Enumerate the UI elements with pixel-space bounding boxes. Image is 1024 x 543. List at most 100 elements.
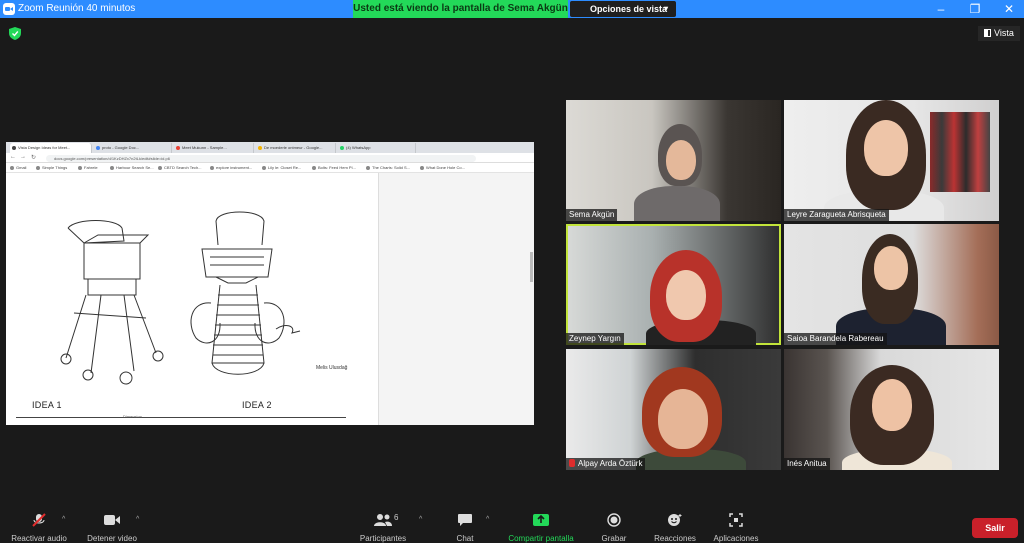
bookmark-item: Gmail bbox=[10, 165, 26, 170]
participant-video bbox=[872, 379, 912, 431]
favicon-icon bbox=[96, 146, 100, 150]
reactions-button[interactable]: Reacciones bbox=[650, 506, 700, 543]
view-options-button[interactable]: Opciones de vista ▾ bbox=[570, 1, 676, 17]
participant-name: Sema Akgün bbox=[566, 209, 618, 221]
unmute-audio-label: Reactivar audio bbox=[11, 534, 67, 543]
participant-name: Inés Anitua bbox=[784, 458, 830, 470]
audio-options-caret[interactable]: ^ bbox=[62, 516, 65, 523]
browser-address-bar: ← → ↻ docs.google.com/presentation/d/1Kz… bbox=[6, 153, 534, 163]
document-side-area bbox=[378, 173, 534, 425]
unmute-audio-button[interactable]: Reactivar audio bbox=[8, 506, 70, 543]
browser-tab: (4) WhatsApp bbox=[338, 143, 416, 153]
maximize-button[interactable]: ❐ bbox=[960, 0, 990, 18]
apps-button[interactable]: Aplicaciones bbox=[708, 506, 764, 543]
view-options-label: Opciones de vista bbox=[590, 4, 668, 14]
reload-icon: ↻ bbox=[31, 155, 37, 161]
bookmark-item: CBTD Search Tech... bbox=[158, 165, 202, 170]
bookmark-item: Fahrele bbox=[78, 165, 98, 170]
idea-1-label: IDEA 1 bbox=[32, 400, 62, 410]
zoom-logo-icon bbox=[3, 3, 15, 15]
chat-button[interactable]: Chat bbox=[444, 506, 486, 543]
video-tile[interactable]: Sema Akgün bbox=[566, 100, 781, 221]
security-shield-icon[interactable] bbox=[9, 27, 21, 40]
idea-2-label: IDEA 2 bbox=[242, 400, 272, 410]
favicon-icon bbox=[258, 146, 262, 150]
share-screen-label: Compartir pantalla bbox=[508, 534, 574, 543]
minimize-button[interactable]: – bbox=[926, 0, 956, 18]
video-tile[interactable]: Saioa Barandela Rabereau bbox=[784, 224, 999, 345]
participant-video bbox=[874, 246, 908, 290]
video-tile-active-speaker[interactable]: Zeynep Yargın bbox=[566, 224, 781, 345]
participants-button[interactable]: Participantes bbox=[355, 506, 411, 543]
record-icon bbox=[607, 513, 621, 527]
favicon-icon bbox=[340, 146, 344, 150]
chevron-down-icon: ▾ bbox=[663, 4, 668, 13]
record-label: Grabar bbox=[601, 534, 627, 543]
apps-label: Aplicaciones bbox=[713, 534, 759, 543]
layout-grid-icon bbox=[984, 29, 991, 37]
chat-label: Chat bbox=[456, 534, 474, 543]
browser-tab: Meet Mukunn - Sample... bbox=[174, 143, 254, 153]
share-screen-icon bbox=[533, 514, 549, 526]
muted-microphone-icon bbox=[32, 513, 46, 527]
participant-video bbox=[634, 186, 720, 221]
sketch-document: IDEA 1 IDEA 2 Melis Ulusdağ Dimension bbox=[6, 173, 378, 425]
close-button[interactable]: ✕ bbox=[994, 0, 1024, 18]
favicon-icon bbox=[176, 146, 180, 150]
url-field: docs.google.com/presentation/d/1KzDHZx7n… bbox=[46, 155, 476, 162]
browser-tab: Vista Design Ideas for Meet... bbox=[10, 143, 92, 153]
stop-video-button[interactable]: Detener video bbox=[84, 506, 140, 543]
participant-video bbox=[666, 140, 696, 180]
participant-video bbox=[864, 120, 908, 176]
view-button-label: Vista bbox=[994, 28, 1014, 38]
participant-name: Alpay Arda Öztürk bbox=[566, 458, 646, 470]
forward-icon: → bbox=[20, 154, 26, 160]
bookmark-item: Lily le: Closet Re... bbox=[262, 165, 301, 170]
video-tile[interactable]: Leyre Zaragueta Abrisqueta bbox=[784, 100, 999, 221]
record-button[interactable]: Grabar bbox=[594, 506, 634, 543]
window-title: Zoom Reunión 40 minutos bbox=[18, 3, 136, 14]
bookmark-item: Simple Things bbox=[36, 165, 67, 170]
smiley-reaction-icon bbox=[668, 514, 682, 526]
shared-screen: Vista Design Ideas for Meet... proto - G… bbox=[6, 142, 534, 425]
back-icon: ← bbox=[10, 154, 16, 160]
video-tile[interactable]: Alpay Arda Öztürk bbox=[566, 349, 781, 470]
video-camera-icon bbox=[104, 515, 120, 525]
browser-tab: proto - Google Doc... bbox=[94, 143, 172, 153]
bookmark-item: Harbour Search Se... bbox=[110, 165, 154, 170]
participants-count-badge: 6 bbox=[394, 513, 399, 522]
video-options-caret[interactable]: ^ bbox=[136, 516, 139, 523]
browser-tab-strip: Vista Design Ideas for Meet... proto - G… bbox=[6, 142, 534, 153]
video-tile[interactable]: Inés Anitua bbox=[784, 349, 999, 470]
participant-video bbox=[658, 389, 708, 449]
participant-video bbox=[930, 112, 990, 192]
bookmark-item: The Charts: Solid S... bbox=[366, 165, 410, 170]
participant-name: Zeynep Yargın bbox=[566, 333, 624, 345]
share-banner: Usted está viendo la pantalla de Sema Ak… bbox=[353, 0, 568, 18]
bookmark-item: Bolts: Feed Hem Pl... bbox=[312, 165, 356, 170]
dimension-note: Dimension bbox=[123, 414, 142, 419]
participants-options-caret[interactable]: ^ bbox=[419, 516, 422, 523]
bookmark-item: What Done Hole Co... bbox=[420, 165, 465, 170]
participant-name: Leyre Zaragueta Abrisqueta bbox=[784, 209, 889, 221]
stop-video-label: Detener video bbox=[87, 534, 137, 543]
scrollbar-thumb bbox=[530, 252, 533, 282]
browser-tab: De moederle ontmeur - Google... bbox=[256, 143, 336, 153]
participants-icon bbox=[374, 514, 392, 526]
slide-divider bbox=[16, 417, 346, 418]
favicon-icon bbox=[12, 146, 16, 150]
chat-options-caret[interactable]: ^ bbox=[486, 516, 489, 523]
leave-meeting-button[interactable]: Salir bbox=[972, 518, 1018, 538]
bookmarks-bar: Gmail Simple Things Fahrele Harbour Sear… bbox=[6, 163, 534, 173]
meeting-toolbar: Reactivar audio ^ Detener video ^ Partic… bbox=[0, 506, 1024, 543]
participants-label: Participantes bbox=[359, 534, 407, 543]
bookmark-item: explore instrument... bbox=[210, 165, 252, 170]
apps-icon bbox=[729, 513, 743, 527]
reactions-label: Reacciones bbox=[654, 534, 696, 543]
author-signature: Melis Ulusdağ bbox=[316, 365, 348, 371]
cart-sketch-drawing bbox=[60, 211, 301, 385]
chat-bubble-icon bbox=[458, 514, 472, 526]
muted-mic-icon bbox=[569, 459, 575, 467]
view-button[interactable]: Vista bbox=[978, 26, 1020, 41]
share-screen-button[interactable]: Compartir pantalla bbox=[502, 506, 580, 543]
